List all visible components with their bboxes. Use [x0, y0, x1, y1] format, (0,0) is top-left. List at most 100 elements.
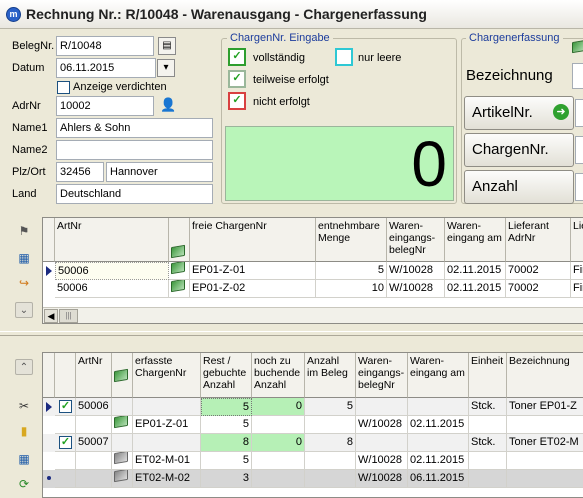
cell-einheit[interactable]: Stck.: [469, 434, 507, 452]
cell-noch[interactable]: [252, 470, 305, 488]
cell-charge[interactable]: [133, 434, 201, 452]
col-header-lie[interactable]: Lie: [571, 218, 583, 262]
cell-datum[interactable]: 02.11.2015: [408, 452, 469, 470]
cell-rest[interactable]: 5: [201, 398, 252, 416]
cell-charge[interactable]: EP01-Z-01: [133, 416, 201, 434]
legend-nur-leere-swatch[interactable]: [335, 48, 353, 66]
edit-record-icon[interactable]: ▦: [15, 250, 33, 266]
collapse-up-icon[interactable]: ⌃: [15, 359, 33, 375]
cell-check[interactable]: ✓: [55, 434, 76, 452]
cell-menge[interactable]: 10: [316, 280, 387, 298]
cell-artnr[interactable]: 50006: [55, 280, 169, 298]
cell-lieferant[interactable]: 70002: [506, 262, 571, 280]
cell-freie-chargennr[interactable]: EP01-Z-02: [190, 280, 316, 298]
cell-rest[interactable]: 5: [201, 452, 252, 470]
table-row[interactable]: 50006 EP01-Z-02 10 W/10028 02.11.2015 70…: [43, 280, 583, 298]
col-header-noch-zu-buchende-anzahl[interactable]: noch zu buchende Anzahl: [252, 353, 305, 398]
scroll-left-icon[interactable]: ◀: [44, 309, 58, 323]
cell-artnr[interactable]: [76, 452, 112, 470]
cell-freie-chargennr[interactable]: EP01-Z-01: [190, 262, 316, 280]
scissors-icon[interactable]: ✂: [15, 398, 33, 414]
land-field[interactable]: Deutschland: [56, 184, 213, 204]
cell-book[interactable]: [112, 470, 133, 488]
cell-artnr[interactable]: 50006: [76, 398, 112, 416]
name1-field[interactable]: Ahlers & Sohn: [56, 118, 213, 138]
cell-book[interactable]: [169, 280, 190, 298]
cell-book[interactable]: [112, 452, 133, 470]
col-header-rest-gebuchte-anzahl[interactable]: Rest / gebuchte Anzahl: [201, 353, 252, 398]
col-header-book[interactable]: [169, 218, 190, 262]
cell-beleg[interactable]: W/10028: [356, 452, 408, 470]
person-refresh-icon[interactable]: ⟳: [15, 476, 33, 492]
cell-datum[interactable]: 02.11.2015: [445, 280, 506, 298]
col-header-lieferant-adrnr[interactable]: Lieferant AdrNr: [506, 218, 571, 262]
col-header-artnr[interactable]: ArtNr: [55, 218, 169, 262]
anzahl-field[interactable]: [575, 173, 583, 201]
table-row[interactable]: ET02-M-01 5 W/10028 02.11.2015: [43, 452, 583, 470]
cell-datum[interactable]: 02.11.2015: [408, 416, 469, 434]
cell-beleg[interactable]: W/10028: [387, 262, 445, 280]
cell-rest[interactable]: 8: [201, 434, 252, 452]
cell-book[interactable]: [112, 416, 133, 434]
cell-beleg[interactable]: [356, 398, 408, 416]
cell-bezeichnung[interactable]: Toner ET02-M: [507, 434, 583, 452]
row-checkbox[interactable]: ✓: [59, 436, 72, 449]
table-row[interactable]: EP01-Z-01 5 W/10028 02.11.2015: [43, 416, 583, 434]
cell-bezeichnung[interactable]: Toner EP01-Z: [507, 398, 583, 416]
cell-einheit[interactable]: [469, 416, 507, 434]
cell-beleg[interactable]: [356, 434, 408, 452]
belegnr-field[interactable]: R/10048: [56, 36, 154, 56]
collapse-down-icon[interactable]: ⌄: [15, 302, 33, 318]
cell-artnr[interactable]: 50007: [76, 434, 112, 452]
cell-artnr[interactable]: 50006: [55, 262, 169, 280]
cell-charge[interactable]: ET02-M-02: [133, 470, 201, 488]
anzeige-verdichten-checkbox[interactable]: [57, 81, 70, 94]
table-row[interactable]: ✓ 50007 8 0 8 Stck. Toner ET02-M: [43, 434, 583, 452]
cell-anzahl[interactable]: 8: [305, 434, 356, 452]
cell-anzahl[interactable]: 5: [305, 398, 356, 416]
cell-noch[interactable]: [252, 416, 305, 434]
cell-einheit[interactable]: [469, 452, 507, 470]
cell-noch[interactable]: [252, 452, 305, 470]
cell-charge[interactable]: [133, 398, 201, 416]
go-arrow-icon[interactable]: ➜: [553, 104, 569, 120]
belegnr-lookup-icon[interactable]: ▤: [158, 37, 176, 55]
cell-rest[interactable]: 3: [201, 470, 252, 488]
cell-lie[interactable]: Fir: [571, 262, 583, 280]
cell-anzahl[interactable]: [305, 470, 356, 488]
cell-menge[interactable]: 5: [316, 262, 387, 280]
chargennr-button[interactable]: ChargenNr.: [464, 133, 574, 167]
cell-lieferant[interactable]: 70002: [506, 280, 571, 298]
cell-anzahl[interactable]: [305, 416, 356, 434]
cell-bezeichnung[interactable]: [507, 416, 583, 434]
col-header-book[interactable]: [112, 353, 133, 398]
artikelnr-field[interactable]: [575, 99, 583, 127]
col-header-freie-chargennr[interactable]: freie ChargenNr: [190, 218, 316, 262]
col-header-wareneingang-am[interactable]: Waren-eingang am: [408, 353, 469, 398]
cell-bezeichnung[interactable]: [507, 470, 583, 488]
cell-artnr[interactable]: [76, 416, 112, 434]
cell-datum[interactable]: 02.11.2015: [445, 262, 506, 280]
cell-datum[interactable]: 06.11.2015: [408, 470, 469, 488]
col-header-wareneingangsbelegnr[interactable]: Waren-eingangs-belegNr: [387, 218, 445, 262]
cell-book[interactable]: [112, 434, 133, 452]
row-checkbox[interactable]: ✓: [59, 400, 72, 413]
cell-einheit[interactable]: [469, 470, 507, 488]
flag-icon[interactable]: ⚑: [15, 223, 33, 239]
col-header-entnehmbare-menge[interactable]: entnehmbare Menge: [316, 218, 387, 262]
cell-book[interactable]: [112, 398, 133, 416]
col-header-bezeichnung[interactable]: Bezeichnung: [507, 353, 583, 398]
cell-artnr[interactable]: [76, 470, 112, 488]
col-header-artnr[interactable]: ArtNr: [76, 353, 112, 398]
horizontal-scrollbar[interactable]: ◀ |||: [43, 307, 583, 323]
ort-field[interactable]: Hannover: [106, 162, 213, 182]
cell-book[interactable]: [169, 262, 190, 280]
col-header-anzahl-im-beleg[interactable]: Anzahl im Beleg: [305, 353, 356, 398]
cell-datum[interactable]: [408, 398, 469, 416]
table-row[interactable]: 50006 EP01-Z-01 5 W/10028 02.11.2015 700…: [43, 262, 583, 280]
address-person-icon[interactable]: 👤: [160, 97, 176, 113]
col-header-wareneingangsbelegnr[interactable]: Waren-eingangs-belegNr: [356, 353, 408, 398]
bezeichnung-field[interactable]: [572, 63, 583, 89]
book-icon[interactable]: [572, 39, 583, 54]
chargennr-field[interactable]: [575, 136, 583, 164]
